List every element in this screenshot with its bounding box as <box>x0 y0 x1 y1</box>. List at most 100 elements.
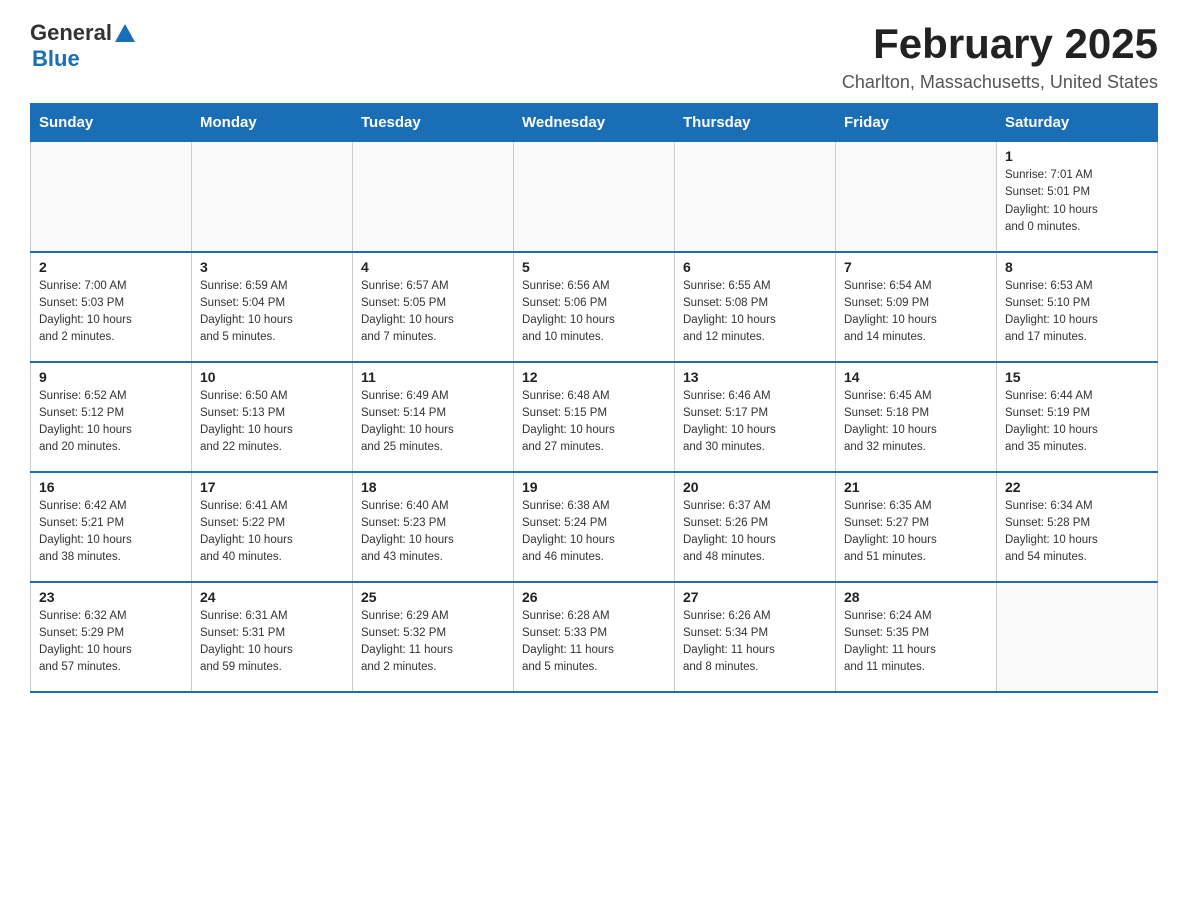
day-number: 15 <box>1005 369 1149 385</box>
week-row-5: 23 Sunrise: 6:32 AMSunset: 5:29 PMDayligh… <box>31 582 1158 692</box>
day-info: Sunrise: 6:31 AMSunset: 5:31 PMDaylight:… <box>200 608 344 677</box>
day-info: Sunrise: 6:54 AMSunset: 5:09 PMDaylight:… <box>844 278 988 347</box>
calendar-subtitle: Charlton, Massachusetts, United States <box>842 72 1158 93</box>
day-info: Sunrise: 6:46 AMSunset: 5:17 PMDaylight:… <box>683 388 827 457</box>
day-info: Sunrise: 6:29 AMSunset: 5:32 PMDaylight:… <box>361 608 505 677</box>
calendar-header: SundayMondayTuesdayWednesdayThursdayFrid… <box>31 104 1158 142</box>
day-number: 18 <box>361 479 505 495</box>
page-header: General Blue February 2025 Charlton, Mas… <box>30 20 1158 93</box>
day-info: Sunrise: 6:57 AMSunset: 5:05 PMDaylight:… <box>361 278 505 347</box>
day-info: Sunrise: 6:44 AMSunset: 5:19 PMDaylight:… <box>1005 388 1149 457</box>
day-number: 7 <box>844 259 988 275</box>
day-number: 6 <box>683 259 827 275</box>
day-cell: 21 Sunrise: 6:35 AMSunset: 5:27 PMDayligh… <box>836 472 997 582</box>
day-cell: 20 Sunrise: 6:37 AMSunset: 5:26 PMDayligh… <box>675 472 836 582</box>
day-cell: 18 Sunrise: 6:40 AMSunset: 5:23 PMDayligh… <box>353 472 514 582</box>
day-info: Sunrise: 6:28 AMSunset: 5:33 PMDaylight:… <box>522 608 666 677</box>
day-info: Sunrise: 6:42 AMSunset: 5:21 PMDaylight:… <box>39 498 183 567</box>
day-info: Sunrise: 6:50 AMSunset: 5:13 PMDaylight:… <box>200 388 344 457</box>
day-cell: 11 Sunrise: 6:49 AMSunset: 5:14 PMDayligh… <box>353 362 514 472</box>
day-info: Sunrise: 6:40 AMSunset: 5:23 PMDaylight:… <box>361 498 505 567</box>
day-number: 27 <box>683 589 827 605</box>
day-number: 10 <box>200 369 344 385</box>
header-row: SundayMondayTuesdayWednesdayThursdayFrid… <box>31 104 1158 142</box>
day-cell: 27 Sunrise: 6:26 AMSunset: 5:34 PMDayligh… <box>675 582 836 692</box>
day-cell: 5 Sunrise: 6:56 AMSunset: 5:06 PMDaylight… <box>514 252 675 362</box>
day-number: 9 <box>39 369 183 385</box>
day-number: 11 <box>361 369 505 385</box>
logo-blue-text: Blue <box>32 46 80 72</box>
day-info: Sunrise: 6:35 AMSunset: 5:27 PMDaylight:… <box>844 498 988 567</box>
day-info: Sunrise: 6:41 AMSunset: 5:22 PMDaylight:… <box>200 498 344 567</box>
logo: General Blue <box>30 20 135 72</box>
day-cell <box>192 142 353 252</box>
day-info: Sunrise: 6:49 AMSunset: 5:14 PMDaylight:… <box>361 388 505 457</box>
day-info: Sunrise: 6:38 AMSunset: 5:24 PMDaylight:… <box>522 498 666 567</box>
day-number: 1 <box>1005 148 1149 164</box>
day-cell: 12 Sunrise: 6:48 AMSunset: 5:15 PMDayligh… <box>514 362 675 472</box>
day-cell: 19Sunrise: 6:38 AMSunset: 5:24 PMDayligh… <box>514 472 675 582</box>
day-info: Sunrise: 6:48 AMSunset: 5:15 PMDaylight:… <box>522 388 666 457</box>
day-cell: 17 Sunrise: 6:41 AMSunset: 5:22 PMDayligh… <box>192 472 353 582</box>
day-cell: 9 Sunrise: 6:52 AMSunset: 5:12 PMDaylight… <box>31 362 192 472</box>
day-info: Sunrise: 7:00 AMSunset: 5:03 PMDaylight:… <box>39 278 183 347</box>
day-info: Sunrise: 6:37 AMSunset: 5:26 PMDaylight:… <box>683 498 827 567</box>
day-cell: 15 Sunrise: 6:44 AMSunset: 5:19 PMDayligh… <box>997 362 1158 472</box>
day-cell <box>675 142 836 252</box>
day-number: 20 <box>683 479 827 495</box>
day-cell: 22 Sunrise: 6:34 AMSunset: 5:28 PMDayligh… <box>997 472 1158 582</box>
calendar-table: SundayMondayTuesdayWednesdayThursdayFrid… <box>30 103 1158 693</box>
day-number: 23 <box>39 589 183 605</box>
day-number: 24 <box>200 589 344 605</box>
day-cell: 1Sunrise: 7:01 AMSunset: 5:01 PMDaylight… <box>997 142 1158 252</box>
day-info: Sunrise: 6:55 AMSunset: 5:08 PMDaylight:… <box>683 278 827 347</box>
day-number: 28 <box>844 589 988 605</box>
day-number: 13 <box>683 369 827 385</box>
column-header-tuesday: Tuesday <box>353 104 514 142</box>
calendar-body: 1Sunrise: 7:01 AMSunset: 5:01 PMDaylight… <box>31 142 1158 692</box>
day-cell <box>997 582 1158 692</box>
day-cell: 13 Sunrise: 6:46 AMSunset: 5:17 PMDayligh… <box>675 362 836 472</box>
day-number: 17 <box>200 479 344 495</box>
week-row-1: 1Sunrise: 7:01 AMSunset: 5:01 PMDaylight… <box>31 142 1158 252</box>
day-number: 14 <box>844 369 988 385</box>
day-cell <box>836 142 997 252</box>
day-cell: 16 Sunrise: 6:42 AMSunset: 5:21 PMDayligh… <box>31 472 192 582</box>
day-cell: 7 Sunrise: 6:54 AMSunset: 5:09 PMDaylight… <box>836 252 997 362</box>
week-row-2: 2Sunrise: 7:00 AMSunset: 5:03 PMDaylight… <box>31 252 1158 362</box>
day-number: 16 <box>39 479 183 495</box>
day-cell <box>31 142 192 252</box>
title-block: February 2025 Charlton, Massachusetts, U… <box>842 20 1158 93</box>
day-info: Sunrise: 6:52 AMSunset: 5:12 PMDaylight:… <box>39 388 183 457</box>
logo-triangle-icon <box>115 24 135 42</box>
day-cell: 26Sunrise: 6:28 AMSunset: 5:33 PMDayligh… <box>514 582 675 692</box>
column-header-wednesday: Wednesday <box>514 104 675 142</box>
day-number: 25 <box>361 589 505 605</box>
column-header-monday: Monday <box>192 104 353 142</box>
column-header-thursday: Thursday <box>675 104 836 142</box>
day-number: 4 <box>361 259 505 275</box>
week-row-4: 16 Sunrise: 6:42 AMSunset: 5:21 PMDayligh… <box>31 472 1158 582</box>
day-info: Sunrise: 6:53 AMSunset: 5:10 PMDaylight:… <box>1005 278 1149 347</box>
logo-general-text: General <box>30 20 112 46</box>
day-info: Sunrise: 6:59 AMSunset: 5:04 PMDaylight:… <box>200 278 344 347</box>
day-number: 22 <box>1005 479 1149 495</box>
day-number: 5 <box>522 259 666 275</box>
day-cell: 3 Sunrise: 6:59 AMSunset: 5:04 PMDaylight… <box>192 252 353 362</box>
day-info: Sunrise: 6:32 AMSunset: 5:29 PMDaylight:… <box>39 608 183 677</box>
day-cell <box>514 142 675 252</box>
day-number: 21 <box>844 479 988 495</box>
day-info: Sunrise: 6:45 AMSunset: 5:18 PMDaylight:… <box>844 388 988 457</box>
day-cell: 23 Sunrise: 6:32 AMSunset: 5:29 PMDayligh… <box>31 582 192 692</box>
day-info: Sunrise: 6:56 AMSunset: 5:06 PMDaylight:… <box>522 278 666 347</box>
calendar-title: February 2025 <box>842 20 1158 68</box>
day-info: Sunrise: 6:34 AMSunset: 5:28 PMDaylight:… <box>1005 498 1149 567</box>
day-number: 12 <box>522 369 666 385</box>
day-info: Sunrise: 6:26 AMSunset: 5:34 PMDaylight:… <box>683 608 827 677</box>
day-number: 3 <box>200 259 344 275</box>
day-cell: 8Sunrise: 6:53 AMSunset: 5:10 PMDaylight… <box>997 252 1158 362</box>
day-cell: 25 Sunrise: 6:29 AMSunset: 5:32 PMDayligh… <box>353 582 514 692</box>
day-cell: 4 Sunrise: 6:57 AMSunset: 5:05 PMDaylight… <box>353 252 514 362</box>
day-cell <box>353 142 514 252</box>
day-cell: 28Sunrise: 6:24 AMSunset: 5:35 PMDayligh… <box>836 582 997 692</box>
